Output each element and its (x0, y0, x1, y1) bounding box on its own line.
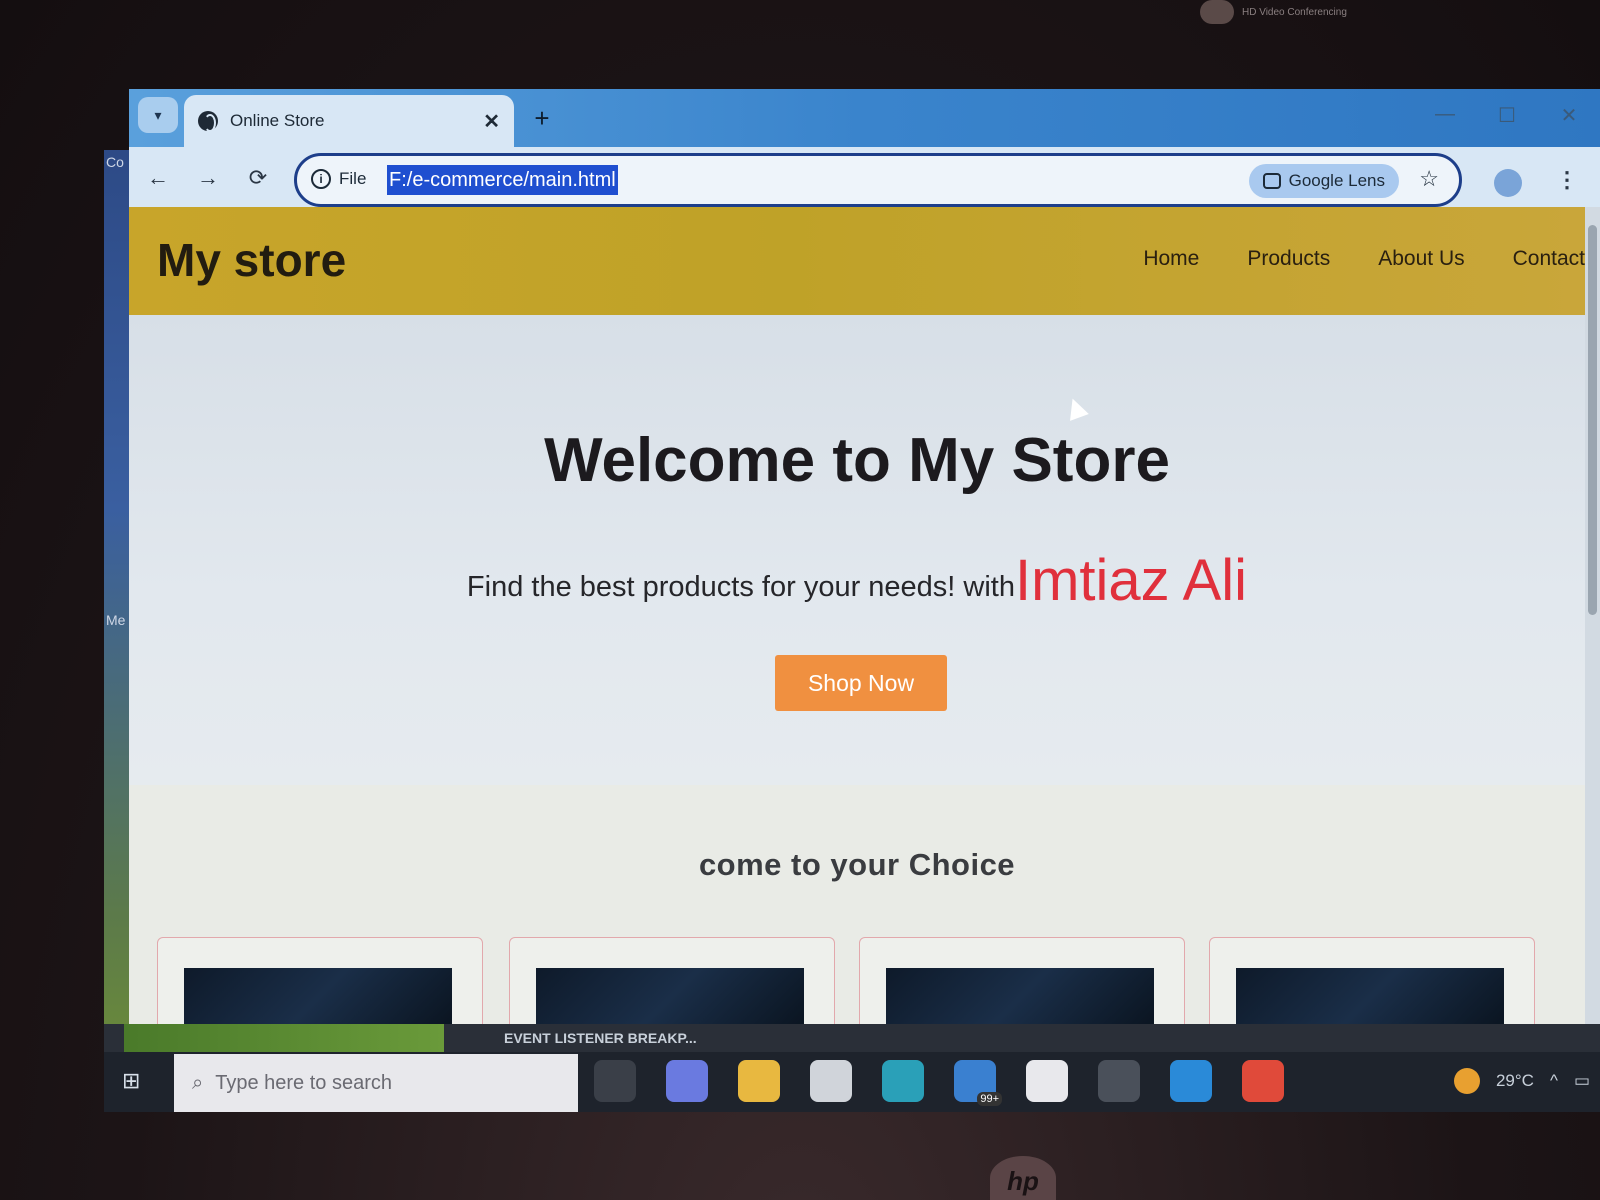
edge-icon[interactable] (882, 1060, 924, 1102)
weather-icon[interactable] (1453, 1068, 1480, 1094)
info-icon: i (311, 169, 331, 189)
battery-icon[interactable]: ▭ (1574, 1071, 1590, 1091)
product-image (1236, 968, 1504, 1024)
desktop-wallpaper-edge (124, 1024, 444, 1052)
store-icon[interactable] (810, 1060, 852, 1102)
browser-window: ▾ Online Store ✕ + — ☐ ✕ ← → ⟳ i File F:… (129, 89, 1600, 1024)
close-window-button[interactable]: ✕ (1538, 103, 1600, 128)
tab-title: Online Store (230, 111, 325, 130)
site-nav: Home Products About Us Contact (1143, 247, 1585, 271)
product-image (886, 968, 1154, 1024)
hero-highlight-name: Imtiaz Ali (1015, 548, 1248, 613)
tab-search-button[interactable]: ▾ (138, 97, 178, 133)
google-lens-button[interactable]: Google Lens (1248, 164, 1399, 198)
forward-button[interactable]: → (193, 163, 223, 193)
hp-logo: hp (990, 1156, 1056, 1200)
lens-label: Google Lens (1288, 171, 1385, 190)
tab-online-store[interactable]: Online Store ✕ (184, 95, 514, 147)
nav-contact[interactable]: Contact (1513, 247, 1585, 271)
lens-icon (1262, 173, 1281, 189)
new-tab-button[interactable]: + (527, 103, 557, 133)
mail-badge: 99+ (977, 1092, 1002, 1106)
hero-section: Welcome to My Store Find the best produc… (129, 315, 1585, 785)
task-view-icon[interactable] (594, 1060, 636, 1102)
temperature[interactable]: 29°C (1496, 1071, 1534, 1091)
desktop-label-2: Me (106, 612, 126, 628)
mail-icon[interactable]: 99+ (954, 1060, 1002, 1106)
product-card[interactable] (859, 937, 1185, 1024)
reload-button[interactable]: ⟳ (243, 163, 273, 193)
site-info-button[interactable]: i File (311, 169, 366, 189)
product-card[interactable] (509, 937, 835, 1024)
windows-start-icon[interactable]: ⊞ (122, 1068, 140, 1094)
webcam-app-note: HD Video Conferencing (1200, 0, 1380, 24)
product-image (184, 968, 452, 1024)
product-image (536, 968, 804, 1024)
browser-menu-icon[interactable]: ⋮ (1556, 167, 1578, 193)
desktop-label-1: Co (106, 154, 124, 170)
address-bar[interactable]: i File F:/e-commerce/main.html Google Le… (294, 153, 1462, 207)
copilot-icon[interactable] (666, 1060, 708, 1102)
hero-subtitle-text: Find the best products for your needs! w… (466, 571, 1015, 603)
product-card[interactable] (1209, 937, 1535, 1024)
webcam-icon (1200, 0, 1234, 24)
window-controls: — ☐ ✕ (1414, 103, 1600, 128)
notepad-icon[interactable] (1026, 1060, 1068, 1102)
profile-avatar[interactable] (1494, 169, 1522, 197)
nav-home[interactable]: Home (1143, 247, 1199, 271)
chevron-up-icon[interactable]: ^ (1550, 1071, 1558, 1091)
devtools-strip: EVENT LISTENER BREAKP... (104, 1024, 1600, 1052)
webcam-note-text: HD Video Conferencing (1242, 6, 1347, 18)
search-icon: ⌕ (192, 1071, 204, 1094)
hero-title: Welcome to My Store (544, 426, 1170, 495)
shop-now-button[interactable]: Shop Now (775, 655, 947, 711)
back-button[interactable]: ← (143, 163, 173, 193)
scheme-label: File (339, 169, 367, 188)
event-listener-label[interactable]: EVENT LISTENER BREAKP... (504, 1030, 697, 1046)
system-tray: 29°C ^ ▭ (1453, 1068, 1590, 1094)
nav-about-us[interactable]: About Us (1378, 247, 1464, 271)
taskbar: EVENT LISTENER BREAKP... ⊞ ⌕ Type here t… (104, 1024, 1600, 1112)
maximize-button[interactable]: ☐ (1476, 103, 1538, 128)
bookmark-star-icon[interactable]: ☆ (1419, 166, 1439, 192)
site-logo[interactable]: My store (157, 233, 346, 287)
page-viewport: My store Home Products About Us Contact … (129, 207, 1585, 1024)
file-explorer-icon[interactable] (738, 1060, 780, 1102)
taskbar-search[interactable]: ⌕ Type here to search (174, 1054, 578, 1112)
vscode-icon[interactable] (1170, 1060, 1212, 1102)
section-title: come to your Choice (698, 847, 1016, 882)
scrollbar-thumb[interactable] (1588, 225, 1597, 615)
terminal-icon[interactable] (1098, 1060, 1140, 1102)
url-text[interactable]: F:/e-commerce/main.html (387, 165, 618, 195)
page-scrollbar[interactable] (1585, 207, 1600, 1024)
tab-close-icon[interactable]: ✕ (483, 109, 500, 134)
tab-strip: ▾ Online Store ✕ + — ☐ ✕ (129, 89, 1600, 147)
hero-subtitle: Find the best products for your needs! w… (129, 547, 1585, 614)
globe-icon (198, 111, 218, 132)
site-header: My store Home Products About Us Contact (129, 207, 1585, 315)
search-placeholder: Type here to search (215, 1071, 392, 1094)
desktop-background-edge: Co Me (104, 150, 130, 1050)
chrome-icon[interactable] (1242, 1060, 1284, 1102)
minimize-button[interactable]: — (1414, 103, 1476, 128)
product-card[interactable] (157, 937, 483, 1024)
products-section: come to your Choice (129, 785, 1585, 1024)
browser-toolbar: ← → ⟳ i File F:/e-commerce/main.html Goo… (129, 147, 1600, 207)
nav-products[interactable]: Products (1247, 247, 1330, 271)
pinned-apps: 99+ (594, 1060, 1284, 1106)
